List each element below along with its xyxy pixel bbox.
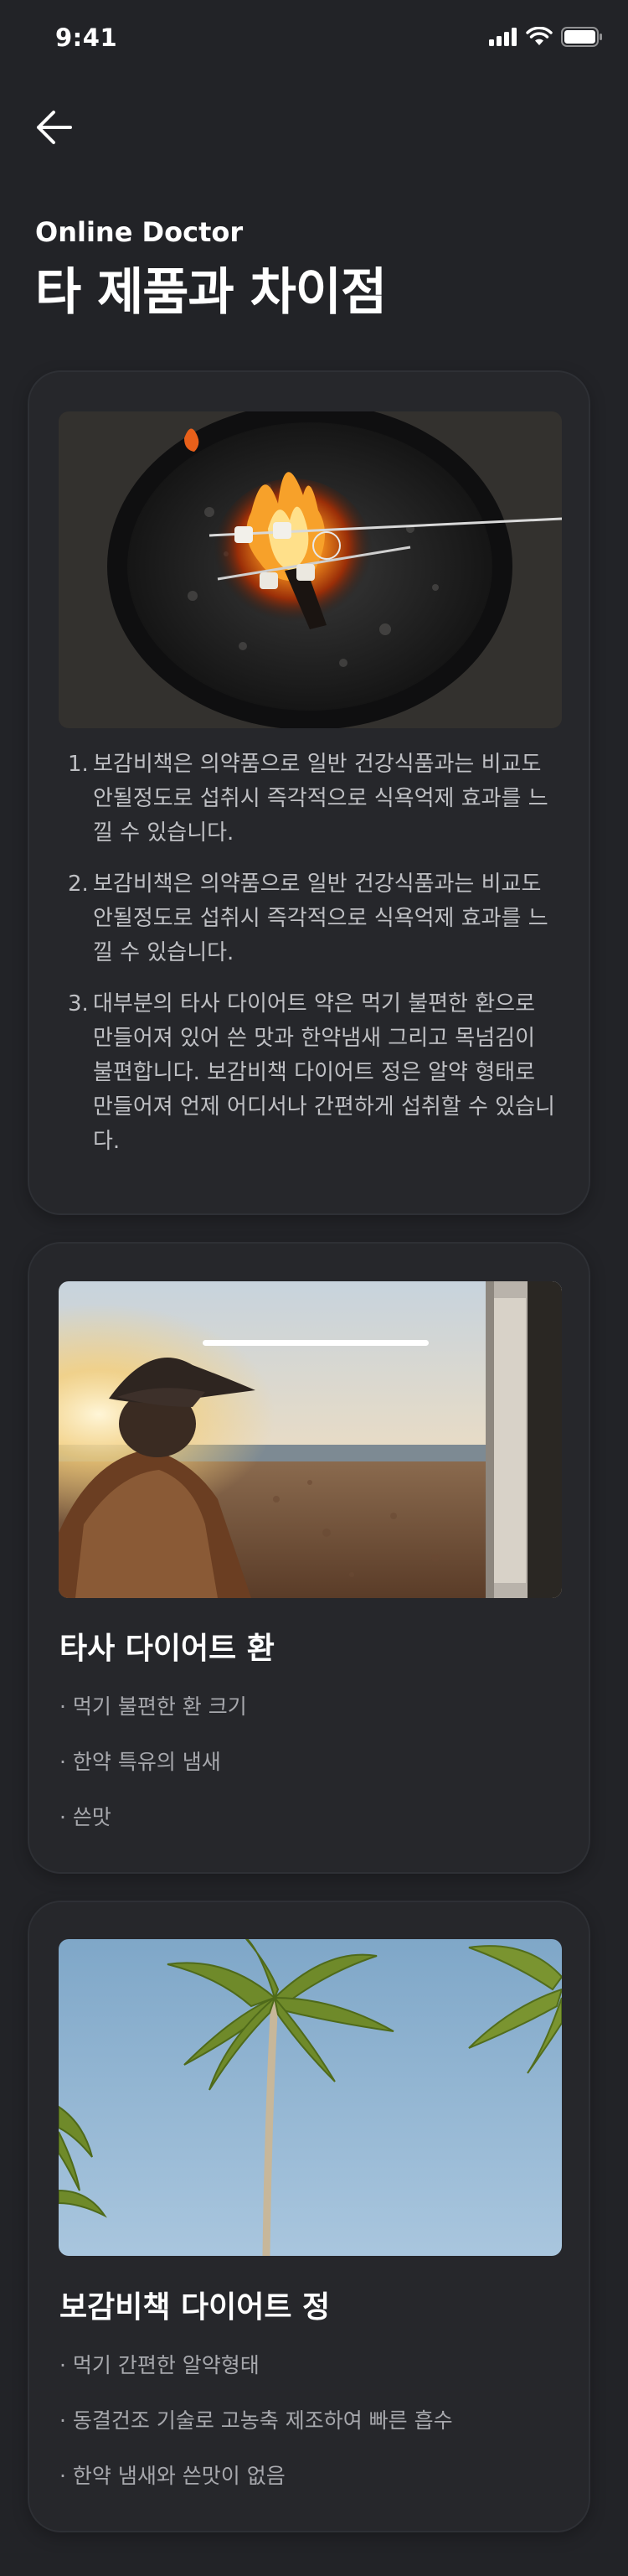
- arrow-left-icon: [37, 111, 72, 144]
- status-time: 9:41: [55, 23, 118, 52]
- battery-icon: [561, 27, 602, 47]
- list-item: · 한약 냄새와 쓴맛이 없음: [59, 2464, 286, 2488]
- list-item-number: 2.: [68, 872, 89, 897]
- status-bar: 9:41: [0, 0, 628, 75]
- list-item: · 동결건조 기술로 고농축 제조하여 빠른 흡수: [59, 2408, 453, 2433]
- list-item-number: 1.: [68, 752, 89, 777]
- list-item: 3. 대부분의 타사 다이어트 약은 먹기 불편한 환으로 만들어져 있어 쓴 …: [59, 987, 562, 1159]
- back-button[interactable]: [33, 106, 77, 149]
- cellular-signal-icon: [489, 28, 517, 46]
- campfire-photo: [59, 411, 562, 728]
- product-heading: 보감비책 다이어트 정: [59, 2290, 331, 2325]
- beach-traveler-photo: [59, 1281, 562, 1598]
- competitor-list: · 먹기 불편한 환 크기 · 한약 특유의 냄새 · 쓴맛: [59, 1693, 247, 1859]
- list-item: · 한약 특유의 냄새: [59, 1750, 221, 1774]
- status-icons: [489, 27, 603, 47]
- product-list: · 먹기 간편한 알약형태 · 동결건조 기술로 고농축 제조하여 빠른 흡수 …: [59, 2351, 453, 2517]
- palm-trees-photo: [59, 1939, 562, 2256]
- list-item: 2. 보감비책은 의약품으로 일반 건강식품과는 비교도 안될정도로 섭취시 즉…: [59, 867, 562, 970]
- competitor-heading: 타사 다이어트 환: [59, 1632, 275, 1666]
- product-card: 보감비책 다이어트 정 · 먹기 간편한 알약형태 · 동결건조 기술로 고농축…: [28, 1901, 590, 2532]
- list-item-text: 보감비책은 의약품으로 일반 건강식품과는 비교도 안될정도로 섭취시 즉각적으…: [93, 872, 548, 965]
- difference-list: 1. 보감비책은 의약품으로 일반 건강식품과는 비교도 안될정도로 섭취시 즉…: [59, 747, 562, 1176]
- differences-card: 1. 보감비책은 의약품으로 일반 건강식품과는 비교도 안될정도로 섭취시 즉…: [28, 370, 590, 1215]
- page-title: 타 제품과 차이점: [35, 263, 387, 322]
- wifi-icon: [526, 27, 553, 45]
- competitor-card: 타사 다이어트 환 · 먹기 불편한 환 크기 · 한약 특유의 냄새 · 쓴맛: [28, 1242, 590, 1874]
- page-subtitle: Online Doctor: [35, 216, 244, 248]
- list-item: · 먹기 불편한 환 크기: [59, 1694, 247, 1719]
- list-item: · 쓴맛: [59, 1805, 111, 1829]
- list-item: 1. 보감비책은 의약품으로 일반 건강식품과는 비교도 안될정도로 섭취시 즉…: [59, 747, 562, 851]
- list-item-text: 보감비책은 의약품으로 일반 건강식품과는 비교도 안될정도로 섭취시 즉각적으…: [93, 752, 548, 846]
- list-item: · 먹기 간편한 알약형태: [59, 2353, 260, 2377]
- list-item-number: 3.: [68, 991, 89, 1016]
- list-item-text: 대부분의 타사 다이어트 약은 먹기 불편한 환으로 만들어져 있어 쓴 맛과 …: [93, 991, 555, 1154]
